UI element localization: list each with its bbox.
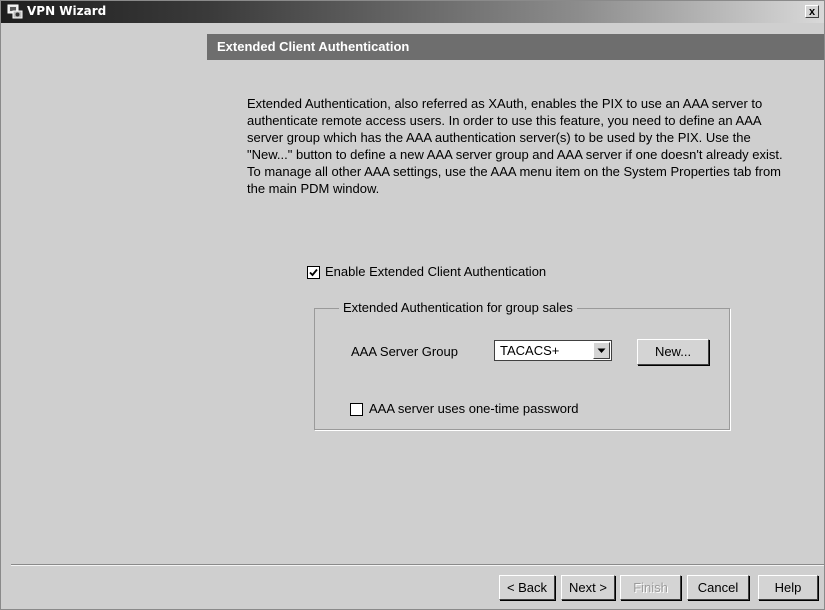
one-time-password-checkbox[interactable] bbox=[350, 403, 363, 416]
aaa-server-group-value: TACACS+ bbox=[500, 343, 560, 358]
close-button[interactable]: x bbox=[805, 5, 819, 18]
dropdown-button[interactable] bbox=[593, 342, 610, 359]
footer-separator bbox=[11, 564, 824, 566]
enable-xauth-checkbox[interactable] bbox=[307, 266, 320, 279]
cancel-button[interactable]: Cancel bbox=[687, 575, 749, 600]
check-icon bbox=[309, 268, 318, 277]
chevron-down-icon bbox=[597, 348, 606, 353]
page-header: Extended Client Authentication bbox=[207, 34, 824, 60]
enable-xauth-label[interactable]: Enable Extended Client Authentication bbox=[325, 264, 546, 279]
vpn-wizard-window: VPN Wizard x Extended Client Authenticat… bbox=[0, 0, 825, 610]
aaa-server-group-select[interactable]: TACACS+ bbox=[494, 340, 612, 361]
vpn-wizard-icon bbox=[7, 4, 23, 19]
close-icon: x bbox=[808, 6, 816, 18]
back-button[interactable]: < Back bbox=[499, 575, 555, 600]
finish-button[interactable]: Finish bbox=[620, 575, 681, 600]
title-bar[interactable]: VPN Wizard x bbox=[1, 1, 824, 23]
page-title: Extended Client Authentication bbox=[217, 39, 410, 54]
window-title: VPN Wizard bbox=[27, 4, 107, 18]
one-time-password-label[interactable]: AAA server uses one-time password bbox=[369, 401, 579, 416]
new-server-group-button[interactable]: New... bbox=[637, 339, 709, 365]
help-button[interactable]: Help bbox=[758, 575, 818, 600]
description-text: Extended Authentication, also referred a… bbox=[247, 96, 783, 196]
next-button[interactable]: Next > bbox=[561, 575, 615, 600]
group-box-legend: Extended Authentication for group sales bbox=[339, 300, 577, 315]
aaa-server-group-label: AAA Server Group bbox=[351, 344, 458, 359]
